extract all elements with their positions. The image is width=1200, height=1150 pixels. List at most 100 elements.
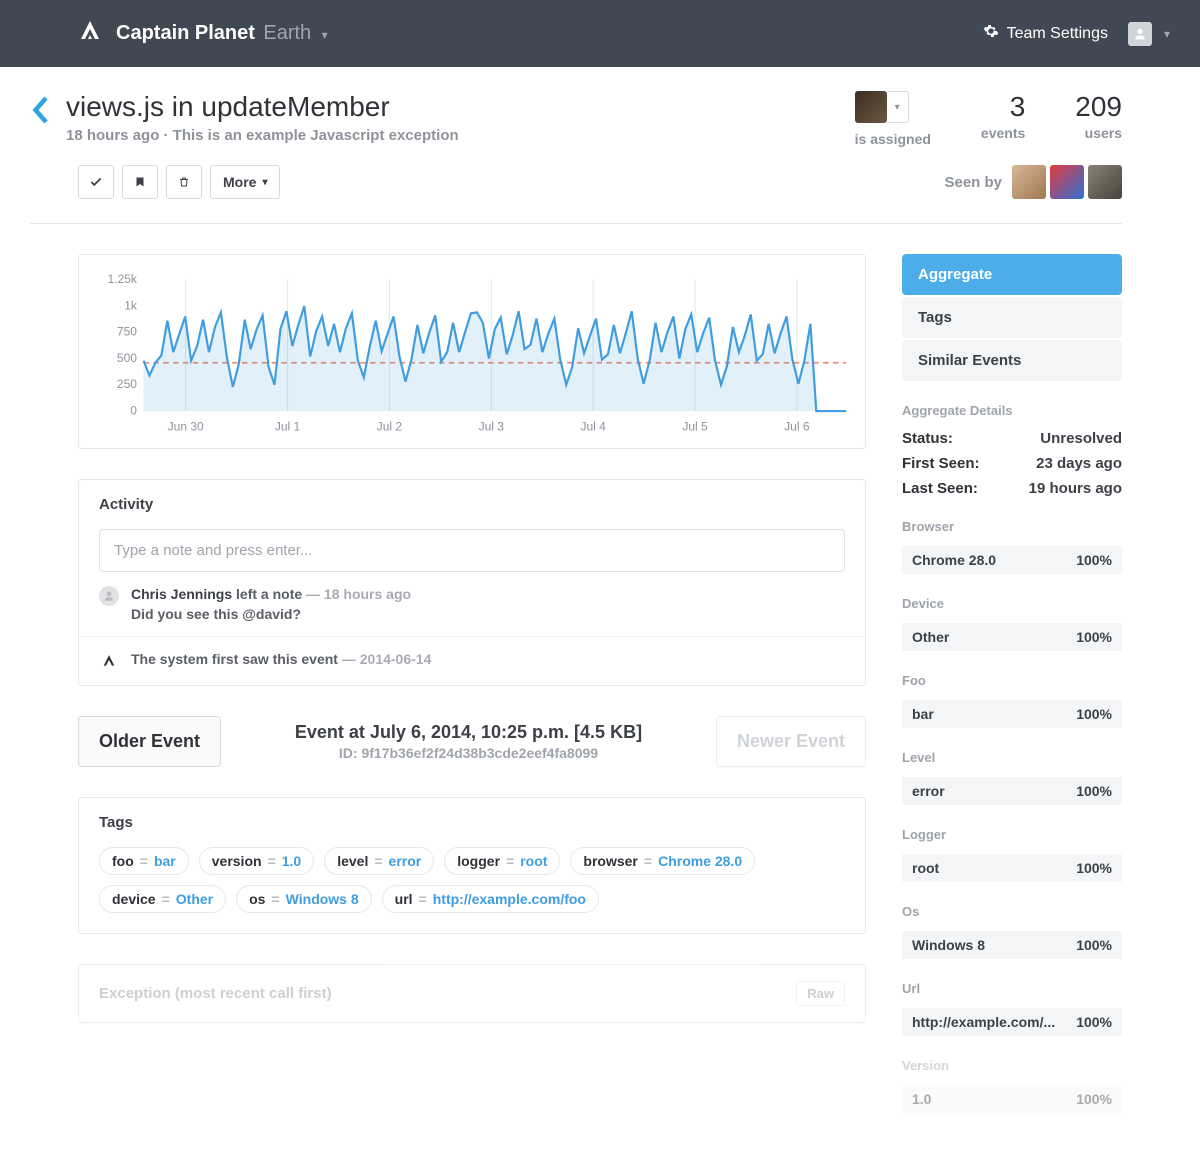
seen-by-label: Seen by xyxy=(944,174,1002,191)
sidebar-group: Foo bar100% xyxy=(902,673,1122,728)
sidebar-group-bar[interactable]: 1.0100% xyxy=(902,1085,1122,1113)
svg-text:Jul 1: Jul 1 xyxy=(275,420,301,434)
sidebar-group-label: Foo xyxy=(902,673,1122,688)
svg-text:500: 500 xyxy=(117,351,137,365)
sentry-logo-icon xyxy=(99,651,119,671)
chevron-down-icon[interactable]: ▾ xyxy=(887,91,909,123)
svg-text:250: 250 xyxy=(117,377,137,391)
events-count: 3 xyxy=(981,91,1025,123)
sidebar-tab[interactable]: Aggregate xyxy=(902,254,1122,295)
chevron-down-icon: ▾ xyxy=(1164,27,1170,41)
aggregate-details-header: Aggregate Details xyxy=(902,403,1122,418)
tag-pill[interactable]: device = Other xyxy=(99,885,226,913)
sidebar-group-bar[interactable]: error100% xyxy=(902,777,1122,805)
sidebar-group-bar[interactable]: bar100% xyxy=(902,700,1122,728)
activity-input[interactable]: Type a note and press enter... xyxy=(99,529,845,572)
events-label: events xyxy=(981,125,1025,141)
svg-text:Jun 30: Jun 30 xyxy=(168,420,204,434)
sidebar-group: Browser Chrome 28.0100% xyxy=(902,519,1122,574)
resolve-button[interactable] xyxy=(78,165,114,199)
sidebar-group: Version 1.0100% xyxy=(902,1058,1122,1113)
tag-pill[interactable]: browser = Chrome 28.0 xyxy=(570,847,755,875)
chevron-down-icon: ▾ xyxy=(322,28,328,42)
user-icon xyxy=(99,586,119,606)
activity-item: Chris Jennings left a note — 18 hours ag… xyxy=(79,572,865,637)
sidebar-group-bar[interactable]: Windows 8100% xyxy=(902,931,1122,959)
user-avatar-icon xyxy=(1128,22,1152,46)
detail-row: Last Seen:19 hours ago xyxy=(902,480,1122,497)
svg-text:Jul 6: Jul 6 xyxy=(784,420,810,434)
back-button[interactable] xyxy=(30,91,50,130)
exception-card: Exception (most recent call first) Raw xyxy=(78,964,866,1023)
sentry-logo-icon xyxy=(78,19,102,48)
tag-pill[interactable]: version = 1.0 xyxy=(199,847,314,875)
delete-button[interactable] xyxy=(166,165,202,199)
team-name: Captain Planet xyxy=(116,22,255,44)
gear-icon xyxy=(983,23,999,44)
issue-subtitle: 18 hours ago · This is an example Javasc… xyxy=(66,127,839,144)
sidebar-group: Os Windows 8100% xyxy=(902,904,1122,959)
assignee-label: is assigned xyxy=(855,131,931,147)
sidebar-group-label: Url xyxy=(902,981,1122,996)
svg-text:1.25k: 1.25k xyxy=(108,272,138,286)
events-chart: 0 250 500 750 1k 1.25k Jun 30 Jul 1 Jul 2 Jul 3 Ju… xyxy=(78,254,866,449)
issue-title: views.js in updateMember xyxy=(66,91,839,123)
svg-text:0: 0 xyxy=(130,403,137,417)
sidebar-group-label: Logger xyxy=(902,827,1122,842)
tag-pill[interactable]: os = Windows 8 xyxy=(236,885,372,913)
activity-item: The system first saw this event — 2014-0… xyxy=(79,637,865,685)
sidebar-group-bar[interactable]: root100% xyxy=(902,854,1122,882)
event-id: ID: 9f17b36ef2f24d38b3cde2eef4fa8099 xyxy=(241,745,696,761)
more-button[interactable]: More ▾ xyxy=(210,165,280,199)
detail-row: First Seen:23 days ago xyxy=(902,455,1122,472)
assignee-avatar xyxy=(855,91,887,123)
seen-by-avatars xyxy=(1012,165,1122,199)
svg-text:750: 750 xyxy=(117,325,137,339)
user-menu[interactable]: ▾ xyxy=(1128,22,1170,46)
users-count: 209 xyxy=(1075,91,1122,123)
svg-text:Jul 4: Jul 4 xyxy=(580,420,606,434)
event-navigation: Older Event Event at July 6, 2014, 10:25… xyxy=(78,716,866,767)
sidebar-tab[interactable]: Tags xyxy=(902,297,1122,338)
event-title: Event at July 6, 2014, 10:25 p.m. [4.5 K… xyxy=(241,722,696,743)
svg-text:1k: 1k xyxy=(124,298,138,312)
bookmark-button[interactable] xyxy=(122,165,158,199)
sidebar-group: Device Other100% xyxy=(902,596,1122,651)
activity-card: Activity Type a note and press enter... … xyxy=(78,479,866,686)
avatar xyxy=(1088,165,1122,199)
avatar xyxy=(1050,165,1084,199)
sidebar-group: Logger root100% xyxy=(902,827,1122,882)
sidebar-group-bar[interactable]: http://example.com/...100% xyxy=(902,1008,1122,1036)
sidebar-group-bar[interactable]: Other100% xyxy=(902,623,1122,651)
sidebar-group-label: Browser xyxy=(902,519,1122,534)
team-selector[interactable]: Captain Planet Earth ▾ xyxy=(78,19,328,48)
users-label: users xyxy=(1075,125,1122,141)
newer-event-button: Newer Event xyxy=(716,716,866,767)
tags-header: Tags xyxy=(79,798,865,847)
tag-pill[interactable]: url = http://example.com/foo xyxy=(382,885,599,913)
older-event-button[interactable]: Older Event xyxy=(78,716,221,767)
svg-text:Jul 5: Jul 5 xyxy=(682,420,708,434)
tag-pill[interactable]: logger = root xyxy=(444,847,560,875)
sidebar-group-label: Version xyxy=(902,1058,1122,1073)
tag-pill[interactable]: foo = bar xyxy=(99,847,189,875)
sidebar-tab[interactable]: Similar Events xyxy=(902,340,1122,381)
sidebar-group-bar[interactable]: Chrome 28.0100% xyxy=(902,546,1122,574)
team-settings-link[interactable]: Team Settings xyxy=(983,23,1108,44)
svg-text:Jul 3: Jul 3 xyxy=(479,420,505,434)
tags-card: Tags foo = bar version = 1.0 level = error… xyxy=(78,797,866,934)
assignee-dropdown[interactable]: ▾ xyxy=(855,91,931,123)
detail-row: Status:Unresolved xyxy=(902,430,1122,447)
sidebar-group: Url http://example.com/...100% xyxy=(902,981,1122,1036)
chevron-down-icon: ▾ xyxy=(262,177,267,188)
activity-header: Activity xyxy=(79,480,865,529)
raw-button[interactable]: Raw xyxy=(796,981,845,1006)
exception-title: Exception (most recent call first) xyxy=(99,985,332,1002)
tag-pill[interactable]: level = error xyxy=(324,847,434,875)
topbar: Captain Planet Earth ▾ Team Settings ▾ xyxy=(0,0,1200,67)
team-env: Earth xyxy=(263,22,311,44)
sidebar-group-label: Level xyxy=(902,750,1122,765)
sidebar-group-label: Device xyxy=(902,596,1122,611)
sidebar-group-label: Os xyxy=(902,904,1122,919)
svg-text:Jul 2: Jul 2 xyxy=(377,420,403,434)
